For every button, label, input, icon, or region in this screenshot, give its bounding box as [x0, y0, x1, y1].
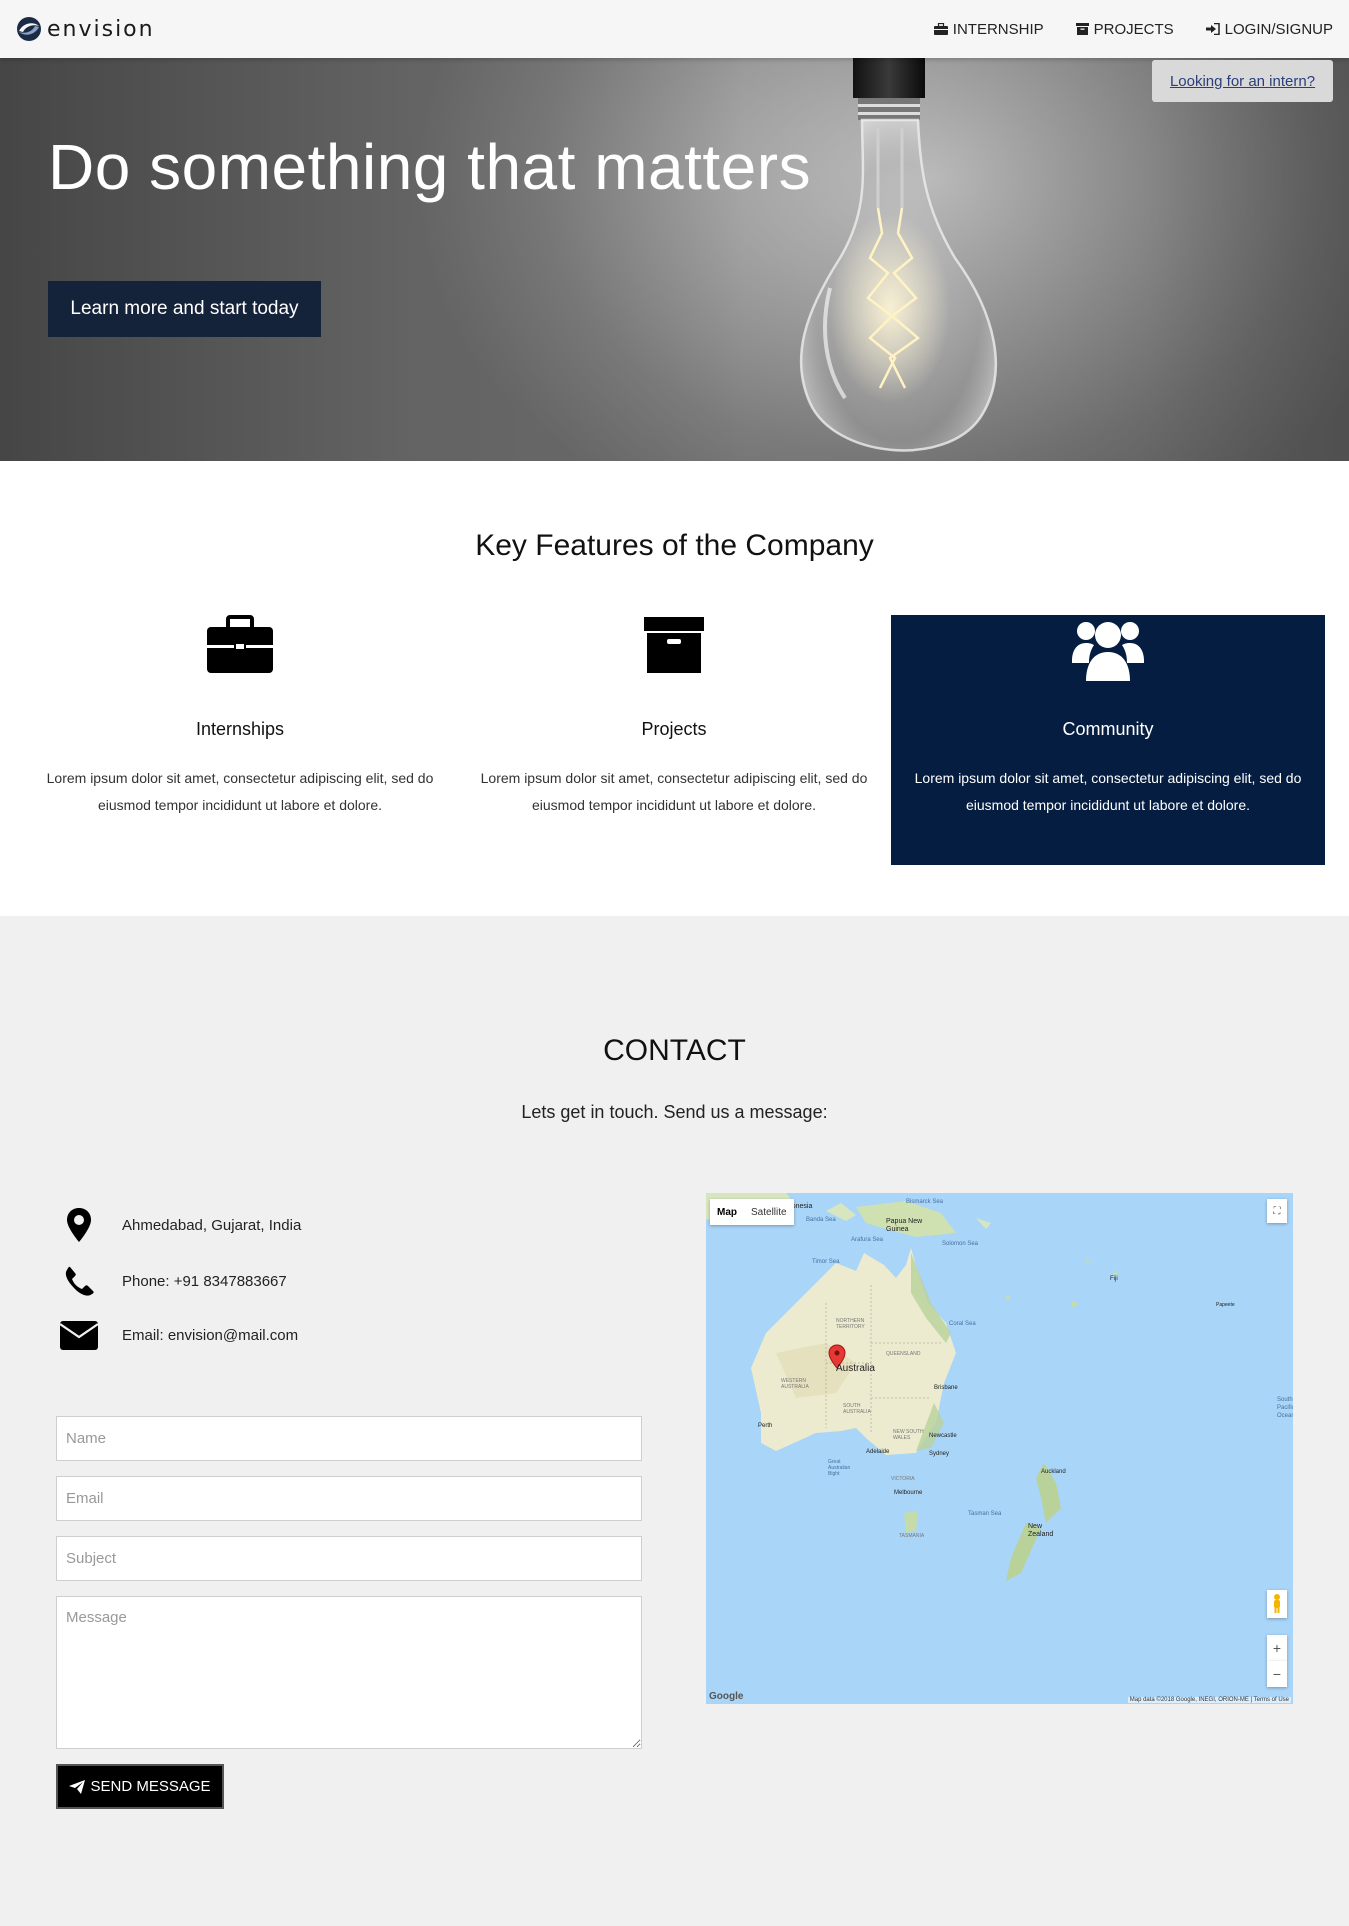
map-label: TASMANIA: [899, 1533, 925, 1539]
looking-for-intern-link[interactable]: Looking for an intern?: [1170, 73, 1315, 90]
google-logo: Google: [709, 1691, 744, 1702]
feature-name: Community: [1062, 719, 1154, 739]
map-label: Papeete: [1216, 1302, 1235, 1308]
map-label: Perth: [758, 1423, 773, 1429]
nav-login-label: LOGIN/SIGNUP: [1224, 20, 1333, 38]
map-land-shapes: [706, 1193, 1118, 1581]
hero-title: Do something that matters: [48, 131, 812, 203]
name-field[interactable]: [56, 1416, 642, 1461]
email-field[interactable]: [56, 1476, 642, 1521]
contact-title: CONTACT: [603, 1034, 746, 1067]
map-label: VICTORIA: [891, 1476, 915, 1482]
feature-name: Internships: [195, 719, 285, 739]
map-label-australia: Australia: [836, 1363, 875, 1374]
envision-logo-icon: [17, 17, 41, 41]
map-label: New Zealand: [1028, 1523, 1054, 1538]
hero-shade: [0, 58, 1349, 461]
nav-links: INTERNSHIP PROJECTS LOGIN/SIGNUP: [902, 21, 1333, 38]
users-icon: [1072, 622, 1144, 681]
feature-internships: Internships Lorem ipsum dolor sit amet, …: [23, 615, 457, 865]
map-label: South Pacific Ocean: [1277, 1397, 1293, 1419]
feature-community: Community Lorem ipsum dolor sit amet, co…: [891, 615, 1325, 865]
send-message-button[interactable]: SEND MESSAGE: [56, 1764, 224, 1809]
nav-projects-label: PROJECTS: [1093, 20, 1174, 38]
features-section: Key Features of the Company Internships …: [0, 461, 1349, 916]
map-label: Papua New Guinea: [886, 1218, 923, 1233]
brand-name: envision: [47, 16, 155, 42]
nav-internship-label: INTERNSHIP: [952, 20, 1044, 38]
email-text: Email: envision@mail.com: [122, 1327, 299, 1344]
feature-projects: Projects Lorem ipsum dolor sit amet, con…: [457, 615, 891, 865]
contact-email: Email: envision@mail.com: [58, 1321, 298, 1350]
google-map[interactable]: Indonesia Banda Sea Bismarck Sea Papua N…: [706, 1193, 1293, 1704]
map-label: Arafura Sea: [851, 1237, 884, 1243]
paper-plane-icon: [69, 1779, 86, 1794]
feature-name: Projects: [641, 719, 707, 739]
map-type-map[interactable]: Map: [710, 1207, 744, 1218]
zoom-in-button[interactable]: +: [1267, 1635, 1287, 1661]
light-bulb-image: [799, 58, 998, 452]
map-label: WESTERN AUSTRALIA: [781, 1378, 809, 1390]
nav-projects[interactable]: PROJECTS: [1075, 20, 1174, 38]
address-text: Ahmedabad, Gujarat, India: [122, 1216, 302, 1234]
nav-login-signup[interactable]: LOGIN/SIGNUP: [1205, 20, 1333, 38]
contact-address: Ahmedabad, Gujarat, India: [58, 1208, 301, 1242]
map-label: Auckland: [1041, 1469, 1066, 1475]
map-label: NORTHERN TERRITORY: [836, 1318, 865, 1330]
feature-text: Lorem ipsum dolor sit amet, consectetur …: [46, 770, 434, 813]
sign-in-icon: [1205, 23, 1220, 35]
contact-subtitle: Lets get in touch. Send us a message:: [521, 1102, 828, 1122]
map-label: Brisbane: [934, 1385, 958, 1391]
map-attribution[interactable]: Map data ©2018 Google, INEGI, ORION-ME |…: [1127, 1697, 1291, 1703]
feature-text: Lorem ipsum dolor sit amet, consectetur …: [914, 770, 1302, 813]
map-label: Melbourne: [894, 1490, 923, 1496]
map-label: SOUTH AUSTRALIA: [843, 1403, 871, 1415]
pegman-icon[interactable]: [1267, 1590, 1287, 1618]
navbar: envision INTERNSHIP PROJECTS LOGIN/SIGNU…: [0, 0, 1349, 58]
learn-more-button[interactable]: Learn more and start today: [48, 281, 321, 337]
map-type-control: Map Satellite: [710, 1199, 794, 1225]
briefcase-icon: [207, 615, 273, 673]
map-type-satellite[interactable]: Satellite: [744, 1207, 794, 1218]
subject-field[interactable]: [56, 1536, 642, 1581]
archive-icon: [644, 617, 704, 673]
features-title: Key Features of the Company: [475, 529, 874, 562]
phone-icon: [65, 1266, 94, 1296]
feature-text: Lorem ipsum dolor sit amet, consectetur …: [480, 770, 868, 813]
map-label: Newcastle: [929, 1433, 957, 1439]
map-label: Great Australian Bight: [828, 1459, 851, 1477]
zoom-out-button[interactable]: −: [1267, 1661, 1287, 1687]
contact-phone: Phone: +91 8347883667: [58, 1266, 287, 1296]
map-label: Coral Sea: [949, 1321, 976, 1327]
map-label: Bismarck Sea: [906, 1199, 944, 1205]
map-label: NEW SOUTH WALES: [893, 1429, 924, 1441]
map-label: Solomon Sea: [942, 1241, 979, 1247]
map-label: Banda Sea: [806, 1217, 836, 1223]
briefcase-icon: [933, 23, 948, 35]
fullscreen-icon[interactable]: ⛶: [1267, 1199, 1287, 1223]
map-marker-icon: [67, 1208, 91, 1242]
nav-internship[interactable]: INTERNSHIP: [933, 20, 1044, 38]
archive-icon: [1075, 23, 1089, 35]
envelope-icon: [60, 1321, 98, 1350]
map-label: Sydney: [929, 1451, 950, 1457]
phone-text: Phone: +91 8347883667: [122, 1272, 287, 1290]
brand[interactable]: envision: [15, 15, 155, 43]
send-message-label: SEND MESSAGE: [90, 1778, 211, 1795]
map-label: Fiji: [1110, 1276, 1118, 1282]
hero-banner: Do something that matters Learn more and…: [0, 58, 1349, 461]
map-label: QUEENSLAND: [886, 1351, 921, 1357]
map-label: Timor Sea: [812, 1259, 840, 1265]
map-label: Tasman Sea: [968, 1511, 1002, 1517]
intern-link-box: Looking for an intern?: [1152, 60, 1333, 102]
map-label: Adelaide: [866, 1449, 890, 1455]
message-field[interactable]: [56, 1596, 642, 1749]
